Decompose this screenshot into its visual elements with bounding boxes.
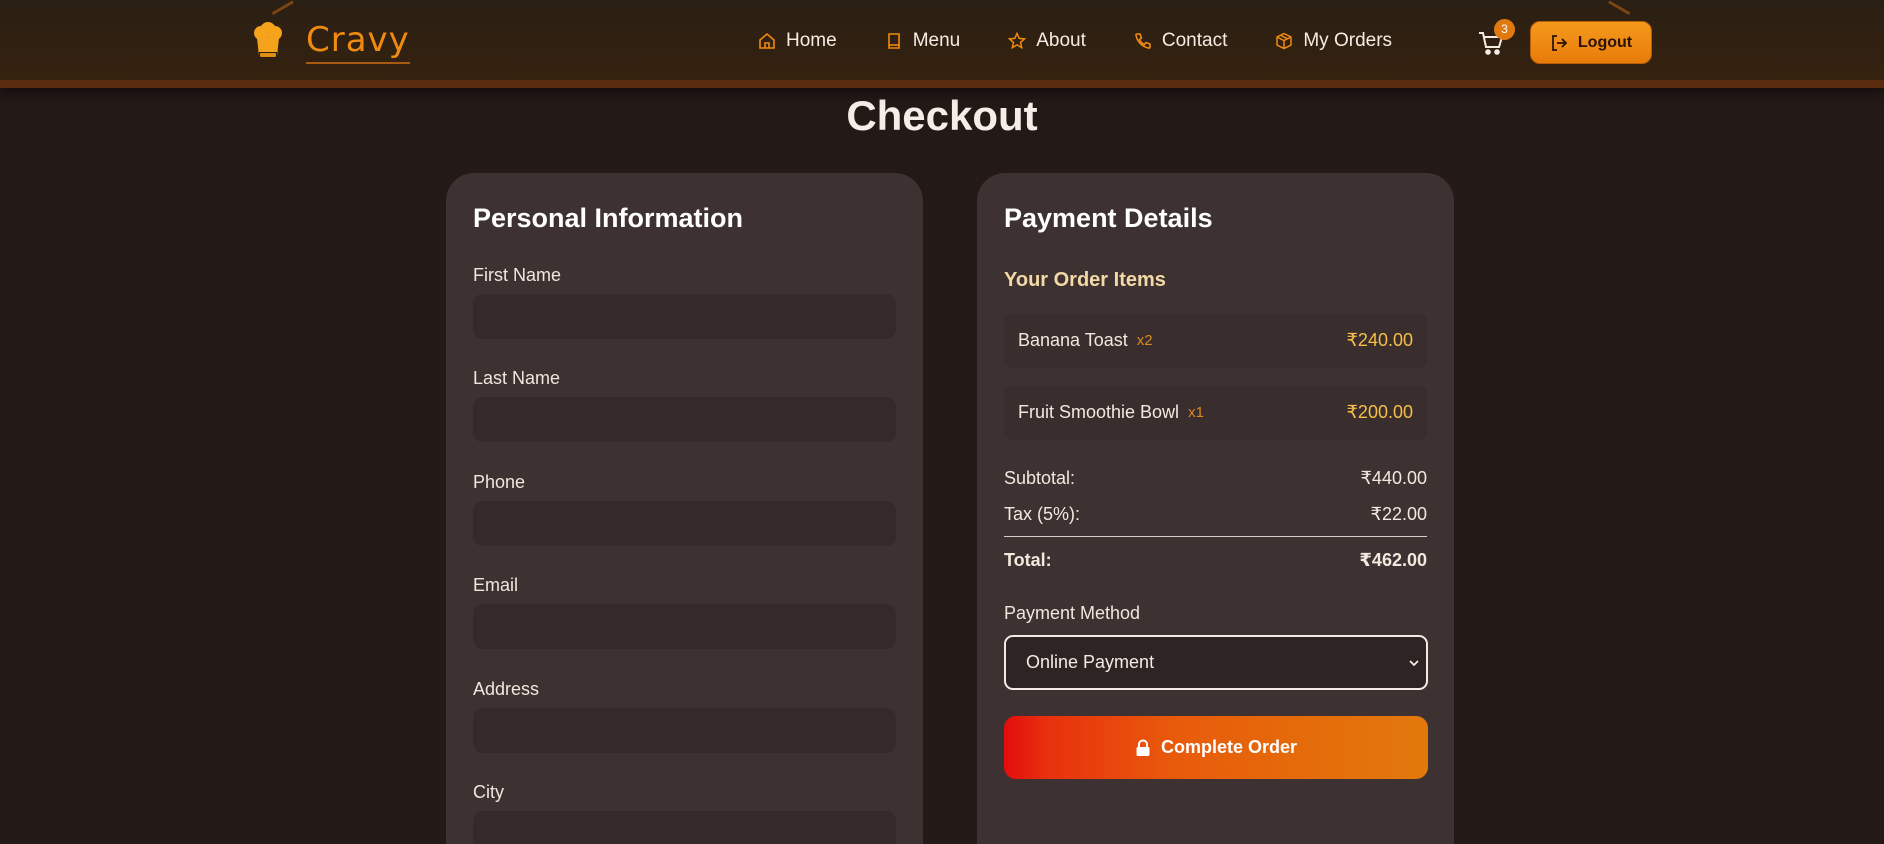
logout-icon [1551, 34, 1568, 51]
first-name-input[interactable] [473, 294, 896, 339]
total-row: Total: ₹462.00 [1004, 550, 1427, 571]
total-label: Total: [1004, 550, 1052, 570]
email-input[interactable] [473, 604, 896, 649]
nav-menu-label: Menu [912, 30, 961, 51]
order-item-quantity: x1 [1188, 404, 1204, 421]
brand-name: Cravy [306, 20, 410, 64]
subtotal-label: Subtotal: [1004, 468, 1076, 488]
city-input[interactable] [473, 811, 896, 844]
phone-label: Phone [473, 472, 526, 492]
main-nav: Home Menu About Contact My Orders [758, 30, 1440, 52]
chef-hat-icon [254, 22, 282, 58]
address-input[interactable] [473, 708, 896, 753]
order-items-heading: Your Order Items [1004, 269, 1166, 291]
last-name-label: Last Name [473, 368, 561, 388]
top-navbar: Cravy Home Menu About Contact My Orders … [0, 0, 1884, 88]
nav-my-orders-label: My Orders [1303, 30, 1393, 51]
nav-menu[interactable]: Menu [885, 30, 961, 52]
payment-details-card: Payment Details Your Order Items Banana … [977, 173, 1454, 844]
nav-my-orders[interactable]: My Orders [1275, 30, 1392, 52]
payment-method-select[interactable]: Online Payment [1004, 635, 1428, 690]
tax-label: Tax (5%): [1004, 504, 1081, 524]
decorative-flourish [1608, 0, 1636, 16]
first-name-label: First Name [473, 265, 562, 285]
address-label: Address [473, 679, 540, 699]
package-icon [1276, 32, 1293, 50]
order-item-price: ₹200.00 [1346, 402, 1413, 422]
nav-contact-label: Contact [1161, 30, 1228, 51]
tax-row: Tax (5%): ₹22.00 [1004, 504, 1427, 525]
order-item: Banana Toast x2 ₹240.00 [1004, 313, 1427, 368]
phone-icon [1135, 33, 1151, 49]
page-title: Checkout [846, 92, 1038, 139]
complete-order-label: Complete Order [1160, 737, 1298, 757]
order-item-quantity: x2 [1136, 332, 1153, 349]
payment-method-value: Online Payment [1026, 652, 1155, 672]
order-item-name: Fruit Smoothie Bowl [1018, 402, 1180, 422]
city-label: City [473, 782, 504, 802]
logout-label: Logout [1577, 33, 1633, 51]
nav-contact[interactable]: Contact [1134, 30, 1227, 52]
order-item-name: Banana Toast [1018, 330, 1128, 350]
brand-logo[interactable]: Cravy [252, 20, 410, 64]
phone-input[interactable] [473, 501, 896, 546]
subtotal-row: Subtotal: ₹440.00 [1004, 468, 1427, 489]
personal-information-card: Personal Information First Name Last Nam… [446, 173, 923, 844]
book-icon [887, 33, 900, 49]
subtotal-value: ₹440.00 [1360, 468, 1427, 488]
payment-method-label: Payment Method [1004, 603, 1141, 623]
nav-home[interactable]: Home [758, 30, 837, 52]
star-icon [1008, 32, 1027, 50]
chevron-down-icon [1409, 660, 1419, 667]
complete-order-button[interactable]: Complete Order [1004, 716, 1428, 779]
payment-details-title: Payment Details [1004, 203, 1213, 233]
personal-information-title: Personal Information [473, 203, 744, 233]
lock-icon [1136, 738, 1150, 756]
cart-count-badge: 3 [1494, 19, 1515, 40]
nav-home-label: Home [786, 30, 837, 51]
email-label: Email [473, 575, 519, 595]
nav-about[interactable]: About [1008, 30, 1086, 52]
order-item: Fruit Smoothie Bowl x1 ₹200.00 [1004, 385, 1427, 440]
logout-button[interactable]: Logout [1530, 21, 1652, 64]
decorative-flourish [266, 0, 294, 16]
summary-divider [1004, 536, 1427, 537]
last-name-input[interactable] [473, 397, 896, 442]
home-icon [759, 32, 775, 49]
tax-value: ₹22.00 [1370, 504, 1428, 524]
total-value: ₹462.00 [1359, 550, 1427, 570]
nav-about-label: About [1036, 30, 1086, 51]
order-item-price: ₹240.00 [1346, 330, 1413, 350]
